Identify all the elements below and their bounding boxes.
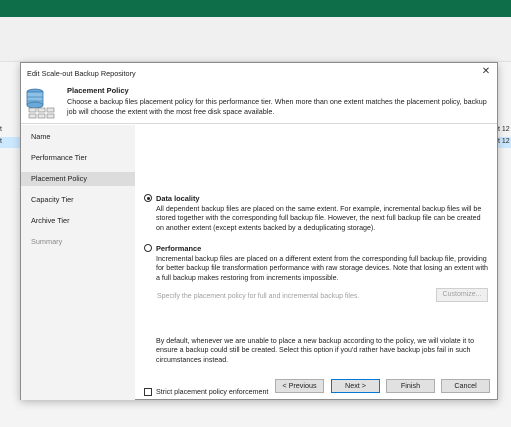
dialog-title: Edit Scale-out Backup Repository — [27, 69, 136, 78]
previous-button[interactable]: < Previous — [275, 379, 324, 393]
data-locality-radio[interactable] — [144, 194, 152, 202]
sidebar-item-performance-tier[interactable]: Performance Tier — [21, 151, 135, 165]
placement-hint: Specify the placement policy for full an… — [157, 293, 360, 300]
app-top-bar — [0, 0, 511, 17]
customize-button[interactable]: Customize... — [436, 288, 488, 302]
background-row-text: t 12 — [498, 126, 510, 133]
sidebar-item-placement-policy[interactable]: Placement Policy — [21, 172, 135, 186]
app-ribbon — [0, 17, 511, 62]
sidebar-item-summary: Summary — [31, 237, 63, 246]
page-description: Choose a backup files placement policy f… — [67, 97, 487, 116]
performance-label[interactable]: Performance — [156, 244, 201, 253]
background-row-text: t — [0, 126, 2, 133]
background-row-text: t 12 — [498, 138, 510, 145]
performance-radio[interactable] — [144, 244, 152, 252]
cancel-button[interactable]: Cancel — [441, 379, 490, 393]
sidebar-item-name[interactable]: Name — [21, 130, 135, 144]
wizard-steps-sidebar: Name Performance Tier Placement Policy C… — [21, 125, 135, 400]
strict-enforcement-label[interactable]: Strict placement policy enforcement — [156, 388, 268, 397]
next-button[interactable]: Next > — [331, 379, 380, 393]
sidebar-item-capacity-tier[interactable]: Capacity Tier — [21, 193, 135, 207]
background-row-text: t — [0, 138, 2, 145]
data-locality-label[interactable]: Data locality — [156, 194, 200, 203]
strict-enforcement-description: By default, whenever we are unable to pl… — [156, 337, 475, 364]
strict-enforcement-checkbox[interactable] — [144, 388, 152, 396]
performance-description: Incremental backup files are placed on a… — [156, 255, 488, 282]
page-title: Placement Policy — [67, 86, 129, 95]
data-locality-description: All dependent backup files are placed on… — [156, 205, 482, 232]
edit-sobr-dialog: Edit Scale-out Backup Repository ✕ Place… — [20, 62, 498, 400]
wizard-header: Placement Policy Choose a backup files p… — [21, 81, 497, 124]
repository-database-icon — [26, 88, 55, 119]
sidebar-item-archive-tier[interactable]: Archive Tier — [21, 214, 135, 228]
close-icon[interactable]: ✕ — [479, 65, 493, 79]
finish-button[interactable]: Finish — [386, 379, 435, 393]
